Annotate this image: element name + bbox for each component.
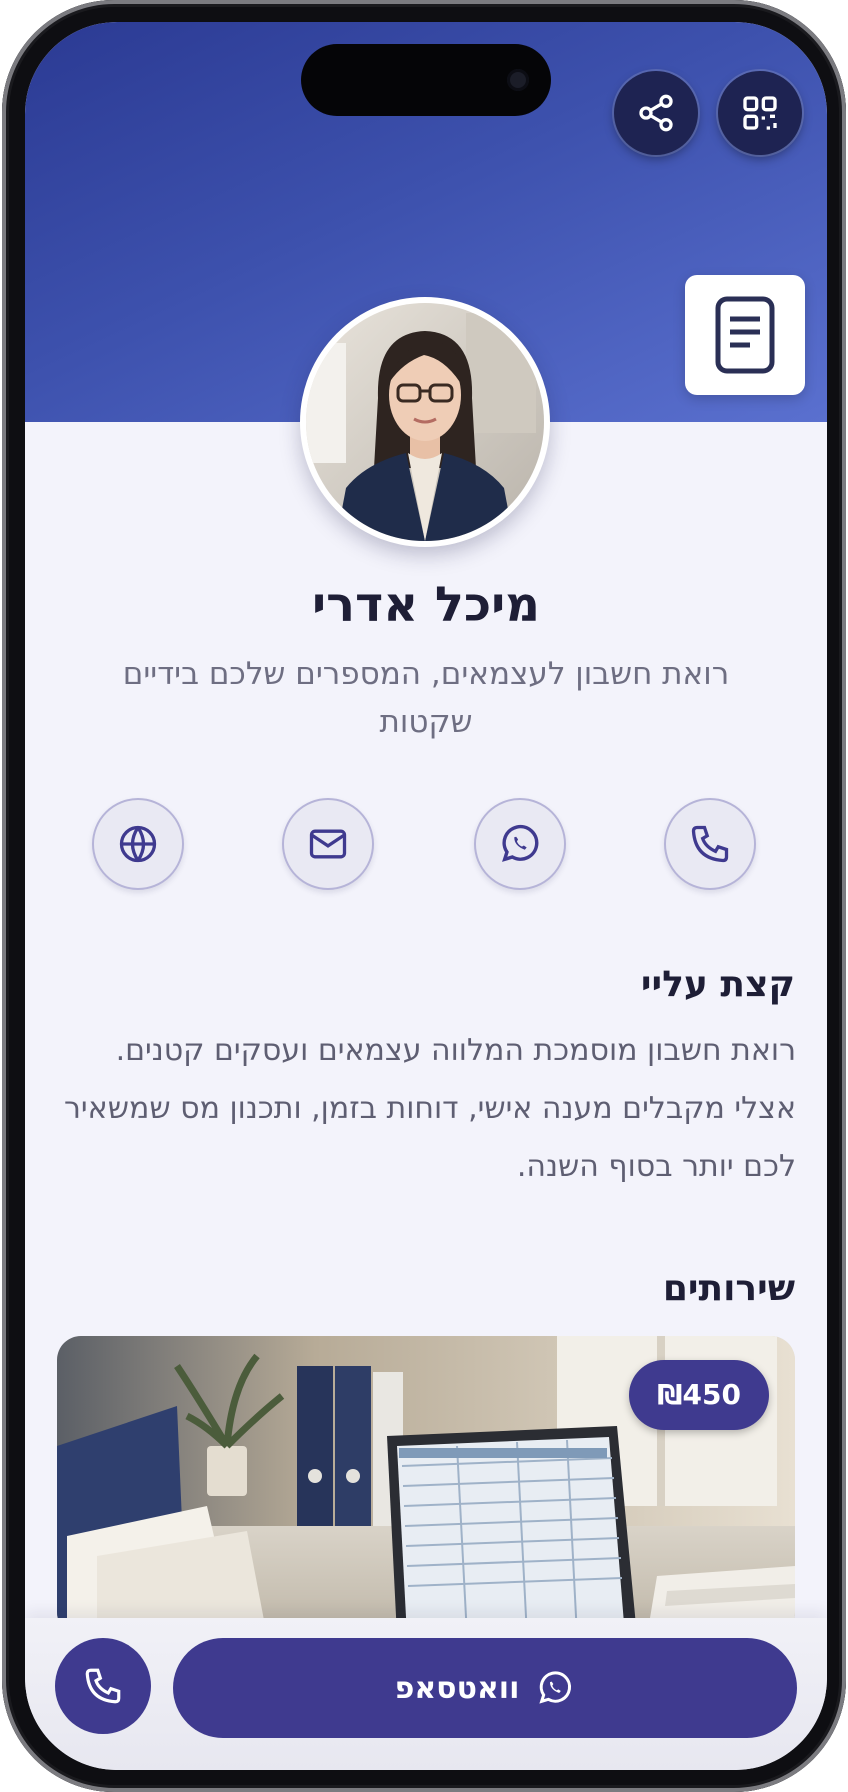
whatsapp-cta-label: וואטסאפ [394, 1670, 520, 1706]
share-button[interactable] [614, 71, 698, 155]
phone-frame: מיכל אדרי רואת חשבון לעצמאים, המספרים של… [2, 0, 846, 1792]
whatsapp-cta-button[interactable]: וואטסאפ [173, 1638, 797, 1738]
price-badge: ₪450 [629, 1360, 769, 1430]
email-button[interactable] [282, 798, 374, 890]
website-button[interactable] [92, 798, 184, 890]
whatsapp-button[interactable] [474, 798, 566, 890]
about-title: קצת עליי [640, 964, 795, 1005]
phone-icon [691, 825, 729, 863]
avatar [300, 297, 550, 547]
document-icon [715, 296, 775, 374]
qr-code-button[interactable] [718, 71, 802, 155]
share-icon [639, 94, 673, 132]
contact-actions [25, 798, 827, 894]
camera-icon [507, 69, 529, 91]
dynamic-island [301, 44, 551, 116]
mail-icon [309, 829, 347, 859]
phone-button[interactable] [664, 798, 756, 890]
bottom-action-bar: וואטסאפ [25, 1618, 827, 1770]
phone-icon [85, 1668, 121, 1704]
profile-tagline: רואת חשבון לעצמאים, המספרים שלכם בידיים … [122, 656, 730, 740]
whatsapp-icon [539, 1671, 572, 1704]
service-card[interactable]: ₪450 [57, 1336, 795, 1636]
profile-photo [306, 303, 544, 541]
qr-code-icon [743, 96, 777, 130]
screen: מיכל אדרי רואת חשבון לעצמאים, המספרים של… [25, 22, 827, 1770]
globe-icon [119, 825, 157, 863]
document-button[interactable] [685, 275, 805, 395]
services-title: שירותים [662, 1268, 795, 1309]
call-button[interactable] [55, 1638, 151, 1734]
whatsapp-icon [502, 824, 539, 862]
profile-name: מיכל אדרי [312, 577, 540, 633]
about-text: רואת חשבון מוסמכת המלווה עצמאים ועסקים ק… [64, 1033, 796, 1184]
